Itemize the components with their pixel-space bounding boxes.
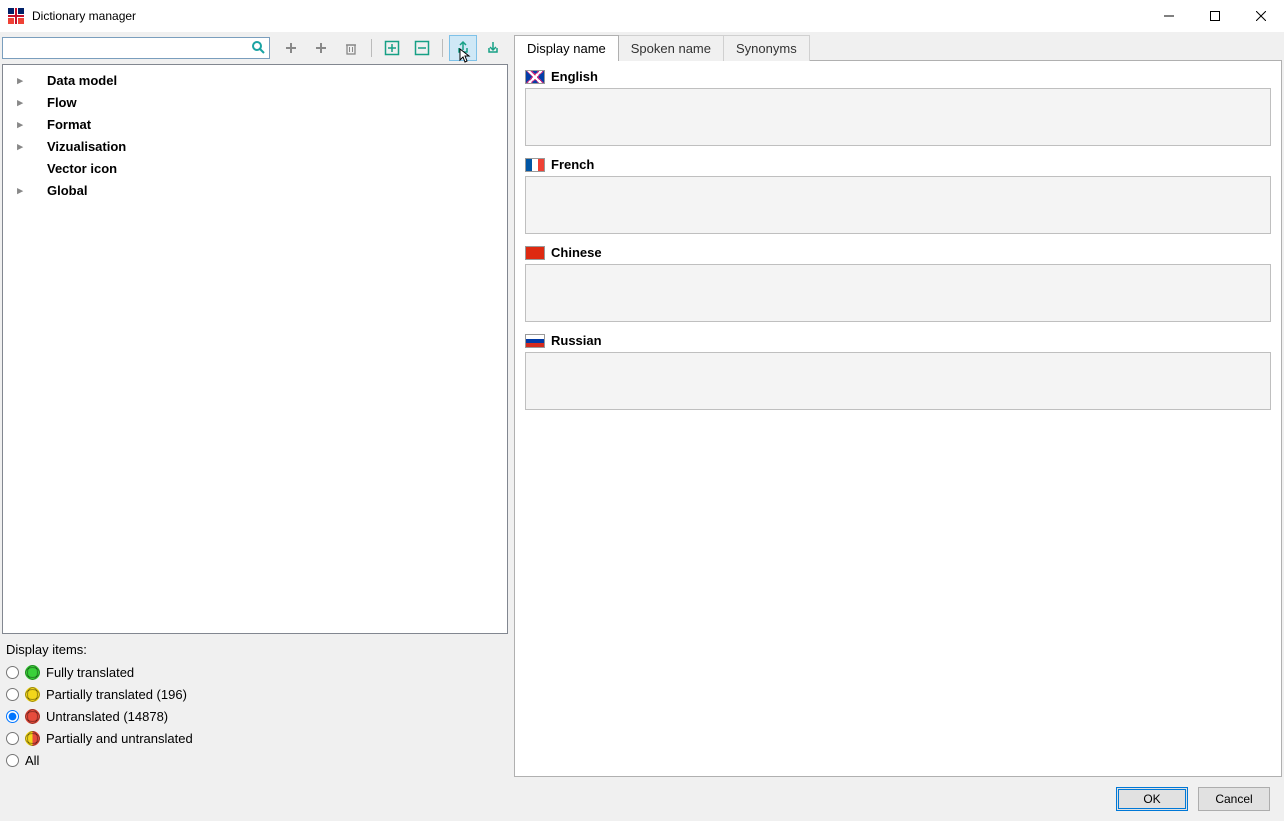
lang-label: Russian xyxy=(551,333,602,348)
import-button[interactable] xyxy=(479,35,507,61)
tab-label: Display name xyxy=(527,41,606,56)
add-button[interactable] xyxy=(277,35,305,61)
expander-icon[interactable]: ▸ xyxy=(13,118,27,131)
tree-item-label: Flow xyxy=(47,95,77,110)
toolbar-separator xyxy=(371,39,372,57)
tab-spoken-name[interactable]: Spoken name xyxy=(618,35,724,61)
right-column: Display name Spoken name Synonyms Englis… xyxy=(514,34,1282,777)
search-box[interactable] xyxy=(2,37,270,59)
tree-item[interactable]: ▸ Format xyxy=(3,113,507,135)
radio-both[interactable] xyxy=(6,732,19,745)
tree-item-label: Vector icon xyxy=(47,161,117,176)
delete-button[interactable] xyxy=(337,35,365,61)
lang-label: French xyxy=(551,157,594,172)
search-input[interactable] xyxy=(7,40,251,56)
minimize-button[interactable] xyxy=(1146,0,1192,32)
filter-label: Untranslated (14878) xyxy=(46,709,168,724)
workarea: ▸ Data model ▸ Flow ▸ Format ▸ Vizualisation… xyxy=(0,32,1284,777)
radio-fully[interactable] xyxy=(6,666,19,679)
window-title: Dictionary manager xyxy=(32,9,136,23)
globe-half-icon xyxy=(25,731,40,746)
russian-input[interactable] xyxy=(525,352,1271,410)
dictionary-tree[interactable]: ▸ Data model ▸ Flow ▸ Format ▸ Vizualisation… xyxy=(2,64,508,634)
client-area: ▸ Data model ▸ Flow ▸ Format ▸ Vizualisation… xyxy=(0,32,1284,821)
toolbar xyxy=(2,34,508,62)
filter-option-all[interactable]: All xyxy=(6,749,504,771)
window-controls xyxy=(1146,0,1284,32)
left-column: ▸ Data model ▸ Flow ▸ Format ▸ Vizualisation… xyxy=(2,34,508,777)
filter-label: All xyxy=(25,753,39,768)
cancel-button[interactable]: Cancel xyxy=(1198,787,1270,811)
filter-option-untranslated[interactable]: Untranslated (14878) xyxy=(6,705,504,727)
titlebar: Dictionary manager xyxy=(0,0,1284,32)
lang-block-russian: Russian xyxy=(525,333,1271,413)
toolbar-separator-2 xyxy=(442,39,443,57)
tree-item-label: Format xyxy=(47,117,91,132)
tab-panel-display-name: English French Chinese Russian xyxy=(514,60,1282,777)
flag-ru-icon xyxy=(525,334,545,348)
tree-item[interactable]: ▸ Flow xyxy=(3,91,507,113)
chinese-input[interactable] xyxy=(525,264,1271,322)
expander-icon[interactable]: ▸ xyxy=(13,74,27,87)
globe-green-icon xyxy=(25,665,40,680)
expander-icon[interactable]: ▸ xyxy=(13,96,27,109)
app-icon xyxy=(8,8,24,24)
display-items-filter: Display items: Fully translated Partiall… xyxy=(2,634,508,777)
expander-icon[interactable]: ▸ xyxy=(13,184,27,197)
tab-display-name[interactable]: Display name xyxy=(514,35,619,61)
filter-option-fully[interactable]: Fully translated xyxy=(6,661,504,683)
filter-option-both[interactable]: Partially and untranslated xyxy=(6,727,504,749)
lang-label: Chinese xyxy=(551,245,602,260)
english-input[interactable] xyxy=(525,88,1271,146)
radio-untranslated[interactable] xyxy=(6,710,19,723)
lang-block-chinese: Chinese xyxy=(525,245,1271,325)
export-button[interactable] xyxy=(449,35,477,61)
dictionary-manager-window: Dictionary manager xyxy=(0,0,1284,821)
french-input[interactable] xyxy=(525,176,1271,234)
tree-item-label: Vizualisation xyxy=(47,139,126,154)
tab-synonyms[interactable]: Synonyms xyxy=(723,35,810,61)
tab-bar: Display name Spoken name Synonyms xyxy=(514,34,1282,60)
collapse-all-button[interactable] xyxy=(408,35,436,61)
tab-label: Synonyms xyxy=(736,41,797,56)
expand-all-button[interactable] xyxy=(378,35,406,61)
close-button[interactable] xyxy=(1238,0,1284,32)
tree-item[interactable]: ▸ Data model xyxy=(3,69,507,91)
filter-label: Partially and untranslated xyxy=(46,731,193,746)
tree-item-label: Global xyxy=(47,183,87,198)
tree-item-label: Data model xyxy=(47,73,117,88)
filter-title: Display items: xyxy=(6,642,504,657)
search-icon[interactable] xyxy=(251,40,265,57)
filter-label: Fully translated xyxy=(46,665,134,680)
maximize-button[interactable] xyxy=(1192,0,1238,32)
lang-block-french: French xyxy=(525,157,1271,237)
dialog-footer: OK Cancel xyxy=(0,777,1284,821)
globe-yellow-icon xyxy=(25,687,40,702)
radio-partially[interactable] xyxy=(6,688,19,701)
filter-option-partially[interactable]: Partially translated (196) xyxy=(6,683,504,705)
globe-red-icon xyxy=(25,709,40,724)
lang-block-english: English xyxy=(525,69,1271,149)
tree-item[interactable]: Vector icon xyxy=(3,157,507,179)
add-child-button[interactable] xyxy=(307,35,335,61)
tab-label: Spoken name xyxy=(631,41,711,56)
flag-uk-icon xyxy=(525,70,545,84)
tree-item[interactable]: ▸ Global xyxy=(3,179,507,201)
flag-fr-icon xyxy=(525,158,545,172)
expander-icon[interactable]: ▸ xyxy=(13,140,27,153)
ok-button[interactable]: OK xyxy=(1116,787,1188,811)
lang-label: English xyxy=(551,69,598,84)
flag-cn-icon xyxy=(525,246,545,260)
radio-all[interactable] xyxy=(6,754,19,767)
tree-item[interactable]: ▸ Vizualisation xyxy=(3,135,507,157)
filter-label: Partially translated (196) xyxy=(46,687,187,702)
